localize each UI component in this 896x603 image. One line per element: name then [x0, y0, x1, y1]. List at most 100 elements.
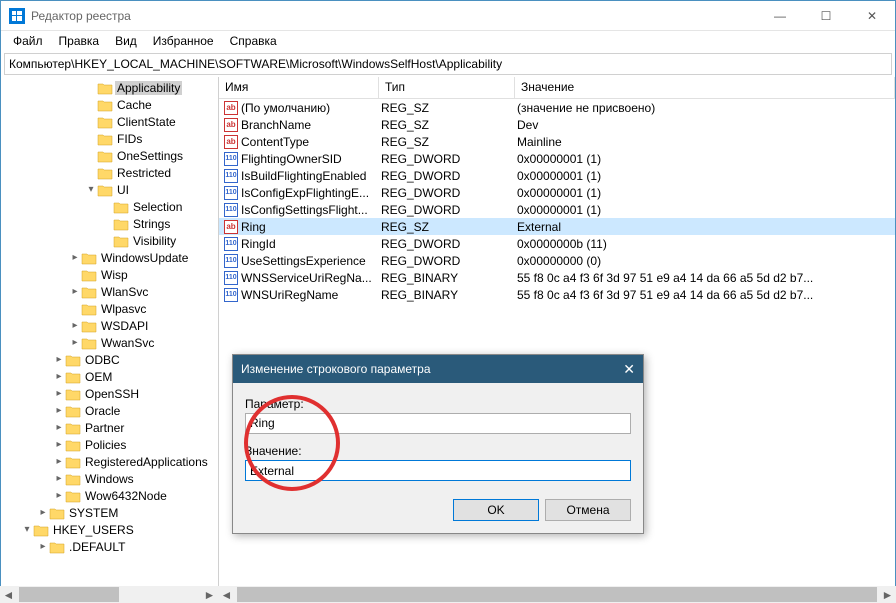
tree-item[interactable]: Wisp	[1, 266, 218, 283]
folder-icon	[97, 98, 113, 112]
tree-item[interactable]: FIDs	[1, 130, 218, 147]
value-name: (По умолчанию)	[239, 101, 330, 115]
folder-icon	[65, 387, 81, 401]
expand-icon[interactable]: ▸	[53, 371, 65, 382]
expand-icon[interactable]: ▸	[53, 422, 65, 433]
expand-icon[interactable]: ▸	[69, 252, 81, 263]
tree-item[interactable]: ▸ODBC	[1, 351, 218, 368]
value-row[interactable]: 110FlightingOwnerSIDREG_DWORD0x00000001 …	[219, 150, 895, 167]
expand-icon[interactable]: ▸	[69, 286, 81, 297]
folder-icon	[33, 523, 49, 537]
value-row[interactable]: 110IsConfigSettingsFlight...REG_DWORD0x0…	[219, 201, 895, 218]
tree-item[interactable]: ▸ Windows	[1, 470, 218, 487]
value-row[interactable]: 110WNSServiceUriRegNa...REG_BINARY55 f8 …	[219, 269, 895, 286]
col-type[interactable]: Тип	[379, 77, 515, 98]
tree-panel[interactable]: ApplicabilityCache ClientState FIDsOneSett…	[1, 77, 219, 599]
tree-label: WindowsUpdate	[99, 251, 190, 265]
window-title: Редактор реестра	[31, 9, 131, 23]
value-row[interactable]: 110IsBuildFlightingEnabledREG_DWORD0x000…	[219, 167, 895, 184]
tree-item[interactable]: Selection	[1, 198, 218, 215]
tree-item[interactable]: ▾UI	[1, 181, 218, 198]
tree-label: Wisp	[99, 268, 130, 282]
tree-item[interactable]: ▾HKEY_USERS	[1, 521, 218, 538]
menu-help[interactable]: Справка	[222, 32, 285, 50]
value-type-icon: 110	[223, 287, 239, 303]
titlebar: Редактор реестра — ☐ ✕	[1, 1, 895, 31]
value-row[interactable]: 110WNSUriRegNameREG_BINARY55 f8 0c a4 f3…	[219, 286, 895, 303]
value-type: REG_SZ	[375, 220, 511, 234]
value-row[interactable]: abRingREG_SZExternal	[219, 218, 895, 235]
value-row[interactable]: abContentTypeREG_SZMainline	[219, 133, 895, 150]
value-input[interactable]	[245, 460, 631, 481]
tree-item[interactable]: ▸.DEFAULT	[1, 538, 218, 555]
tree-item[interactable]: OneSettings	[1, 147, 218, 164]
expand-icon[interactable]: ▸	[53, 405, 65, 416]
folder-icon	[65, 421, 81, 435]
folder-icon	[65, 370, 81, 384]
maximize-button[interactable]: ☐	[803, 1, 849, 31]
menu-edit[interactable]: Правка	[51, 32, 108, 50]
expand-icon[interactable]: ▸	[53, 473, 65, 484]
folder-icon	[81, 302, 97, 316]
folder-icon	[49, 540, 65, 554]
expand-icon[interactable]: ▸	[69, 320, 81, 331]
tree-item[interactable]: ▸Policies	[1, 436, 218, 453]
tree-item[interactable]: ▸WlanSvc	[1, 283, 218, 300]
menu-file[interactable]: Файл	[5, 32, 51, 50]
value-name: RingId	[239, 237, 276, 251]
expand-icon[interactable]: ▸	[53, 439, 65, 450]
expand-icon[interactable]: ▾	[85, 184, 97, 195]
value-type-icon: 110	[223, 185, 239, 201]
cancel-button[interactable]: Отмена	[545, 499, 631, 521]
value-row[interactable]: 110IsConfigExpFlightingE...REG_DWORD0x00…	[219, 184, 895, 201]
minimize-button[interactable]: —	[757, 1, 803, 31]
menu-view[interactable]: Вид	[107, 32, 145, 50]
tree-item[interactable]: ▸WwanSvc	[1, 334, 218, 351]
dialog-close-icon[interactable]: ✕	[623, 361, 635, 378]
value-row[interactable]: ab(По умолчанию)REG_SZ(значение не присв…	[219, 99, 895, 116]
tree-item[interactable]: ▸SYSTEM	[1, 504, 218, 521]
expand-icon[interactable]: ▸	[53, 388, 65, 399]
tree-item[interactable]: ▸OEM	[1, 368, 218, 385]
col-value[interactable]: Значение	[515, 77, 895, 98]
expand-icon[interactable]: ▸	[53, 456, 65, 467]
tree-scrollbar-h[interactable]: ◄►	[0, 586, 218, 603]
tree-item[interactable]: ▸Wow6432Node	[1, 487, 218, 504]
value-row[interactable]: abBranchNameREG_SZDev	[219, 116, 895, 133]
tree-item[interactable]: Strings	[1, 215, 218, 232]
close-button[interactable]: ✕	[849, 1, 895, 31]
value-row[interactable]: 110RingIdREG_DWORD0x0000000b (11)	[219, 235, 895, 252]
expand-icon[interactable]: ▾	[21, 524, 33, 535]
tree-item[interactable]: ▸RegisteredApplications	[1, 453, 218, 470]
tree-label: FIDs	[115, 132, 144, 146]
tree-label: ClientState	[115, 115, 178, 129]
col-name[interactable]: Имя	[219, 77, 379, 98]
tree-label: Windows	[83, 472, 136, 486]
expand-icon[interactable]: ▸	[69, 337, 81, 348]
address-text: Компьютер\HKEY_LOCAL_MACHINE\SOFTWARE\Mi…	[9, 57, 502, 71]
tree-item[interactable]: Cache	[1, 96, 218, 113]
tree-item[interactable]: ▸WSDAPI	[1, 317, 218, 334]
ok-button[interactable]: OK	[453, 499, 539, 521]
tree-item[interactable]: ▸ WindowsUpdate	[1, 249, 218, 266]
menu-favorites[interactable]: Избранное	[145, 32, 222, 50]
folder-icon	[113, 234, 129, 248]
list-scrollbar-h[interactable]: ◄►	[218, 586, 896, 603]
tree-item[interactable]: Wlpasvc	[1, 300, 218, 317]
expand-icon[interactable]: ▸	[37, 541, 49, 552]
tree-item[interactable]: Visibility	[1, 232, 218, 249]
value-row[interactable]: 110UseSettingsExperienceREG_DWORD0x00000…	[219, 252, 895, 269]
tree-item[interactable]: ▸OpenSSH	[1, 385, 218, 402]
value-data: 0x00000001 (1)	[511, 169, 895, 183]
expand-icon[interactable]: ▸	[53, 490, 65, 501]
tree-item[interactable]: Restricted	[1, 164, 218, 181]
expand-icon[interactable]: ▸	[37, 507, 49, 518]
tree-item[interactable]: ▸Partner	[1, 419, 218, 436]
tree-item[interactable]: ClientState	[1, 113, 218, 130]
address-bar[interactable]: Компьютер\HKEY_LOCAL_MACHINE\SOFTWARE\Mi…	[4, 53, 892, 75]
tree-item[interactable]: ▸Oracle	[1, 402, 218, 419]
value-type-icon: 110	[223, 151, 239, 167]
dialog-titlebar[interactable]: Изменение строкового параметра ✕	[233, 355, 643, 383]
tree-item[interactable]: Applicability	[1, 79, 218, 96]
expand-icon[interactable]: ▸	[53, 354, 65, 365]
